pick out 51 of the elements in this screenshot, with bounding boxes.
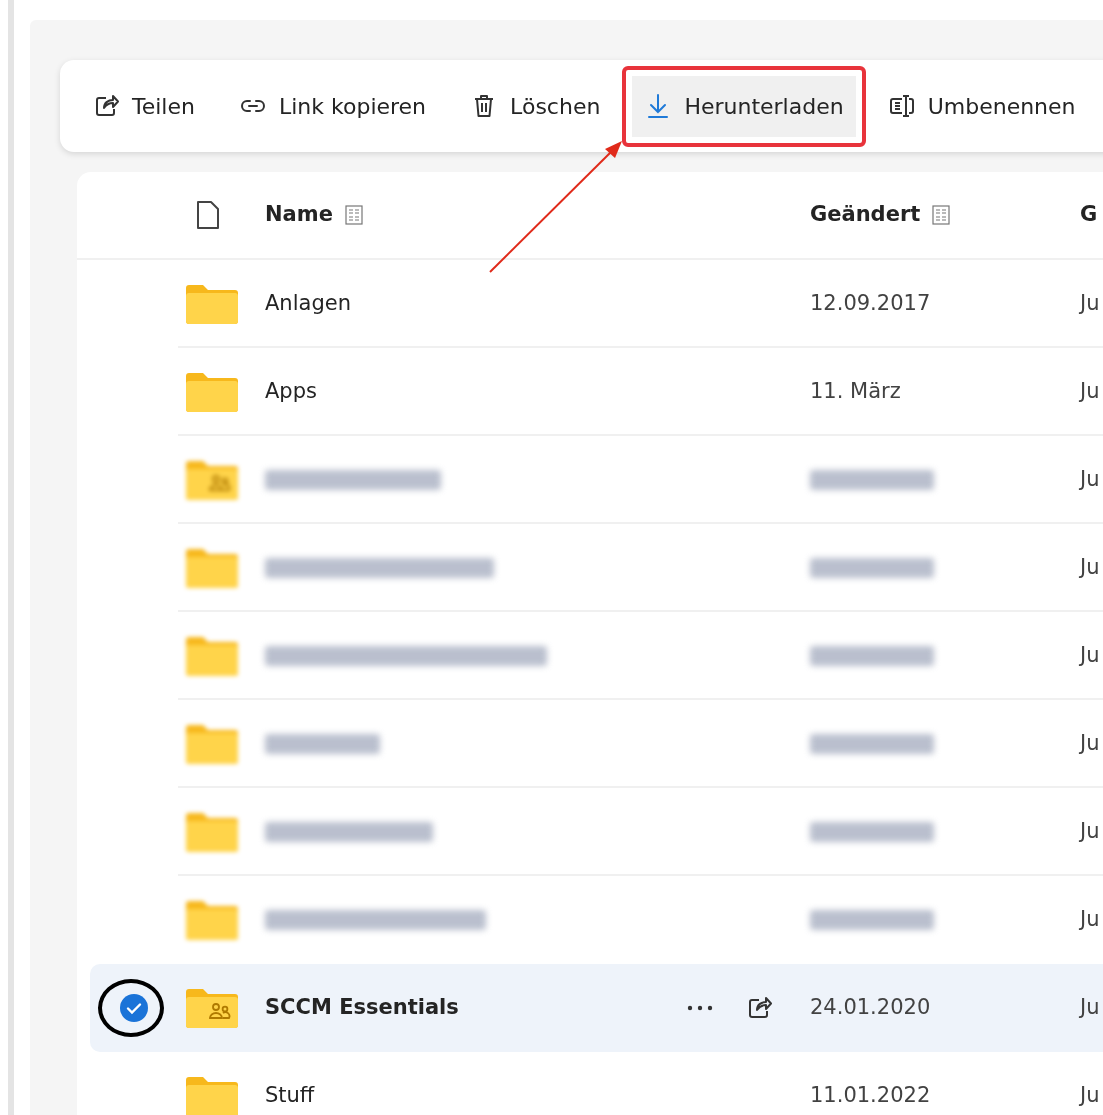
file-row[interactable]: Ju: [90, 788, 1103, 876]
table-cell: Ju: [1080, 907, 1100, 932]
table-cell: Ju: [1080, 731, 1100, 756]
file-name[interactable]: Apps: [265, 379, 317, 404]
file-row[interactable]: Ju: [90, 436, 1103, 524]
more-icon[interactable]: [687, 1005, 713, 1012]
table-cell: Ju: [1080, 1083, 1100, 1108]
file-row[interactable]: Ju: [90, 612, 1103, 700]
file-row[interactable]: Apps 11. März Ju: [90, 348, 1103, 436]
toolbar-button[interactable]: Teilen: [70, 65, 217, 147]
modified-date: 11. März: [810, 379, 901, 404]
file-name[interactable]: Stuff: [265, 1083, 315, 1108]
file-row[interactable]: Ju: [90, 524, 1103, 612]
file-name[interactable]: Anlagen: [265, 291, 351, 316]
folder-icon: [186, 548, 238, 588]
file-row[interactable]: Ju: [90, 876, 1103, 964]
folder-icon: [186, 724, 238, 764]
file-name[interactable]: SCCM Essentials: [265, 995, 459, 1020]
table-cell: Ju: [1080, 995, 1100, 1020]
modified-date: 11.01.2022: [810, 1083, 931, 1108]
table-cell: Ju: [1080, 291, 1100, 316]
table-cell: Ju: [1080, 467, 1100, 492]
toolbar-button[interactable]: Herunterladen: [622, 65, 866, 147]
file-icon: [196, 200, 220, 231]
column-header[interactable]: Geändert: [810, 199, 921, 231]
column-header[interactable]: G: [1080, 199, 1098, 231]
toolbar-button[interactable]: Löschen: [448, 65, 623, 147]
folder-icon: [186, 460, 238, 500]
folder-icon: [186, 372, 238, 412]
folder-icon: [186, 812, 238, 852]
file-row[interactable]: Stuff 11.01.2022 Ju: [90, 1052, 1103, 1115]
table-cell: Ju: [1080, 819, 1100, 844]
table-cell: Ju: [1080, 555, 1100, 580]
rename-icon: [887, 92, 916, 120]
table-cell: Ju: [1080, 643, 1100, 668]
file-row[interactable]: Anlagen 12.09.2017 Ju: [90, 260, 1103, 348]
annotation-circle: [98, 979, 164, 1037]
toolbar-button[interactable]: Link kopieren: [216, 65, 449, 147]
folder-icon: [186, 988, 238, 1028]
modified-date: 24.01.2020: [810, 995, 931, 1020]
folder-icon: [186, 1076, 238, 1115]
column-header[interactable]: Name: [265, 199, 333, 231]
file-row[interactable]: Ju: [90, 700, 1103, 788]
checked-icon[interactable]: [119, 993, 149, 1023]
modified-date: 12.09.2017: [810, 291, 931, 316]
folder-icon: [186, 900, 238, 940]
folder-icon: [186, 636, 238, 676]
folder-icon: [186, 284, 238, 324]
table-cell: Ju: [1080, 379, 1100, 404]
toolbar-button[interactable]: Umbenennen: [865, 65, 1098, 147]
file-row[interactable]: SCCM Essentials 24.01.2020 Ju: [90, 964, 1103, 1052]
